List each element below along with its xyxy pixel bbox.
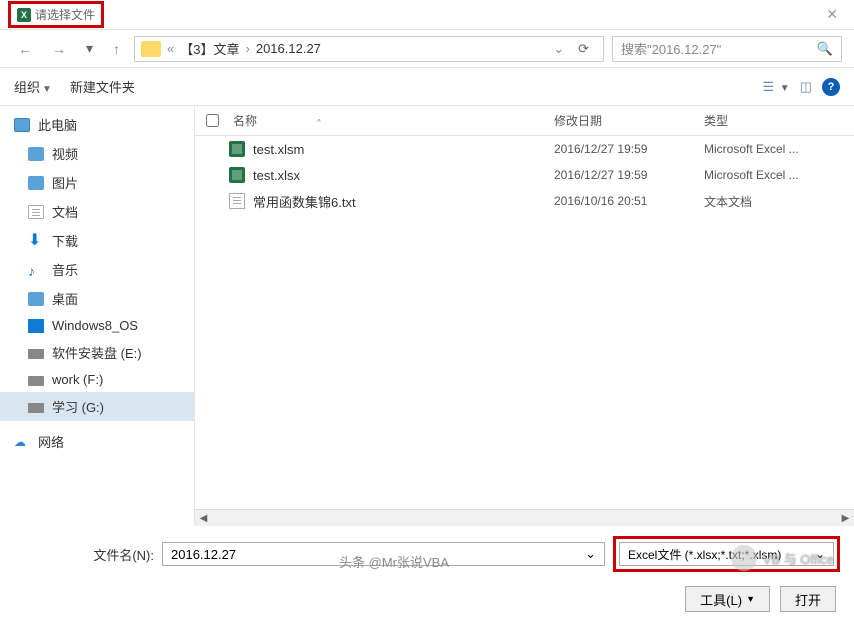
titlebar: 请选择文件 ✕: [0, 0, 854, 30]
tools-button[interactable]: 工具(L)▼: [685, 586, 770, 612]
file-type: Microsoft Excel ...: [704, 142, 854, 156]
file-row[interactable]: test.xlsm 2016/12/27 19:59 Microsoft Exc…: [195, 136, 854, 162]
file-name: 常用函数集锦6.txt: [253, 192, 554, 211]
view-preview-icon[interactable]: ◫: [800, 79, 812, 95]
select-all-checkbox[interactable]: [195, 114, 229, 127]
download-icon: ⬇: [28, 234, 44, 248]
new-folder-button[interactable]: 新建文件夹: [70, 77, 135, 96]
file-date: 2016/12/27 19:59: [554, 142, 704, 156]
open-button[interactable]: 打开: [780, 586, 836, 612]
nav-bar: ← → ▾ ↑ « 【3】文章 › 2016.12.27 ⌄ ⟳ 搜索"2016…: [0, 30, 854, 68]
column-type[interactable]: 类型: [704, 112, 854, 129]
search-icon: 🔍: [817, 41, 833, 57]
close-icon[interactable]: ✕: [818, 2, 846, 27]
file-list: 名称^ 修改日期 类型 test.xlsm 2016/12/27 19:59 M…: [195, 106, 854, 526]
folder-icon: [141, 41, 161, 57]
windows-icon: [28, 319, 44, 333]
scroll-right-icon[interactable]: ▶: [837, 513, 854, 524]
sidebar-item-downloads[interactable]: ⬇下载: [0, 226, 194, 255]
file-name: test.xlsx: [253, 168, 554, 183]
sidebar-item-pictures[interactable]: 图片: [0, 168, 194, 197]
excel-app-icon: [17, 8, 31, 22]
folder-icon: [28, 292, 44, 306]
watermark-badge: VB 与 Office: [731, 545, 834, 571]
main-area: 此电脑 视频 图片 文档 ⬇下载 ♪音乐 桌面 Windows8_OS 软件安装…: [0, 106, 854, 526]
breadcrumb-current[interactable]: 2016.12.27: [256, 41, 321, 56]
file-header: 名称^ 修改日期 类型: [195, 106, 854, 136]
column-date[interactable]: 修改日期: [554, 112, 704, 129]
search-input[interactable]: 搜索"2016.12.27" 🔍: [612, 36, 842, 62]
file-type: 文本文档: [704, 193, 854, 210]
title-highlight-box: 请选择文件: [8, 1, 104, 28]
breadcrumb[interactable]: « 【3】文章 › 2016.12.27 ⌄ ⟳: [134, 36, 604, 62]
breadcrumb-sep: «: [167, 41, 174, 56]
file-type: Microsoft Excel ...: [704, 168, 854, 182]
help-icon[interactable]: ?: [822, 78, 840, 96]
sidebar-item-videos[interactable]: 视频: [0, 139, 194, 168]
sidebar-item-windows8-os[interactable]: Windows8_OS: [0, 313, 194, 338]
breadcrumb-sep: ›: [246, 41, 250, 56]
breadcrumb-dropdown-icon[interactable]: ⌄: [553, 41, 564, 57]
bottom-panel: 文件名(N): 2016.12.27 ⌄ Excel文件 (*.xlsx;*.t…: [0, 526, 854, 622]
organize-button[interactable]: 组织▼: [14, 77, 52, 96]
file-date: 2016/12/27 19:59: [554, 168, 704, 182]
sidebar-item-network[interactable]: ☁网络: [0, 427, 194, 456]
window-title: 请选择文件: [35, 6, 95, 23]
scroll-left-icon[interactable]: ◀: [195, 513, 212, 524]
forward-arrow-icon[interactable]: →: [46, 37, 72, 61]
file-row[interactable]: 常用函数集锦6.txt 2016/10/16 20:51 文本文档: [195, 188, 854, 214]
network-icon: ☁: [14, 435, 30, 449]
drive-icon: [28, 403, 44, 413]
column-name[interactable]: 名称^: [229, 112, 554, 129]
dropdown-icon[interactable]: ⌄: [585, 546, 596, 562]
monitor-icon: [14, 118, 30, 132]
drive-icon: [28, 349, 44, 359]
back-arrow-icon[interactable]: ←: [12, 37, 38, 61]
sidebar-item-drive-f[interactable]: work (F:): [0, 367, 194, 392]
text-file-icon: [229, 193, 245, 209]
sidebar-item-drive-e[interactable]: 软件安装盘 (E:): [0, 338, 194, 367]
filename-label: 文件名(N):: [14, 545, 154, 564]
breadcrumb-folder[interactable]: 【3】文章: [180, 39, 239, 58]
toolbar: 组织▼ 新建文件夹 ☰ ▼ ◫ ?: [0, 68, 854, 106]
file-name: test.xlsm: [253, 142, 554, 157]
up-arrow-icon[interactable]: ↑: [107, 37, 126, 61]
sort-indicator-icon: ^: [317, 118, 321, 127]
watermark-logo-icon: [731, 545, 757, 571]
drive-icon: [28, 376, 44, 386]
horizontal-scrollbar[interactable]: ◀ ▶: [195, 509, 854, 526]
refresh-icon[interactable]: ⟳: [570, 41, 597, 57]
folder-icon: [28, 147, 44, 161]
sidebar-item-desktop[interactable]: 桌面: [0, 284, 194, 313]
view-list-icon[interactable]: ☰ ▼: [763, 79, 790, 95]
file-date: 2016/10/16 20:51: [554, 194, 704, 208]
sidebar: 此电脑 视频 图片 文档 ⬇下载 ♪音乐 桌面 Windows8_OS 软件安装…: [0, 106, 195, 526]
excel-file-icon: [229, 141, 245, 157]
sidebar-item-documents[interactable]: 文档: [0, 197, 194, 226]
recent-dropdown-icon[interactable]: ▾: [80, 36, 99, 61]
document-icon: [28, 205, 44, 219]
search-placeholder: 搜索"2016.12.27": [621, 39, 721, 58]
watermark-headline: 头条 @Mr张说VBA: [339, 552, 449, 571]
sidebar-item-music[interactable]: ♪音乐: [0, 255, 194, 284]
sidebar-item-drive-g[interactable]: 学习 (G:): [0, 392, 194, 421]
view-controls: ☰ ▼ ◫ ?: [763, 78, 840, 96]
sidebar-item-this-pc[interactable]: 此电脑: [0, 110, 194, 139]
folder-icon: [28, 176, 44, 190]
excel-file-icon: [229, 167, 245, 183]
music-icon: ♪: [28, 263, 44, 277]
file-row[interactable]: test.xlsx 2016/12/27 19:59 Microsoft Exc…: [195, 162, 854, 188]
